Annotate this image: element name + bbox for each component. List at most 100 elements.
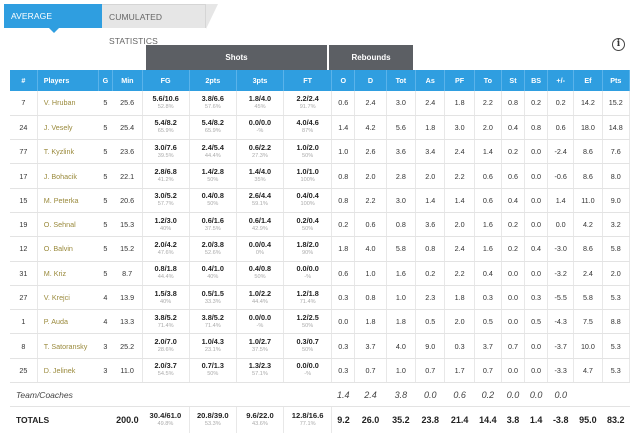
stat-cell: 2.2: [444, 163, 475, 189]
stat-cell: 8.6: [573, 139, 603, 165]
player-name-link[interactable]: J. Bohacik: [37, 163, 99, 189]
stat-cell: 5.3: [602, 333, 631, 359]
column-header[interactable]: As: [415, 70, 446, 91]
stat-cell: 0.7: [415, 358, 446, 384]
stat-cell: 3.0: [444, 115, 475, 141]
stat-cell: 10.0: [573, 333, 603, 359]
totals-label: TOTALS: [10, 406, 113, 433]
shot-percentage: 37.5%: [252, 347, 268, 354]
player-name-link[interactable]: P. Auda: [37, 309, 99, 335]
stat-cell: 2.4: [444, 139, 475, 165]
shot-percentage: 41.2%: [157, 177, 174, 184]
minutes-cell: 25.6: [112, 91, 143, 116]
column-header[interactable]: D: [354, 70, 387, 91]
stat-cell: 1.6: [386, 261, 417, 286]
stat-cell: 0.0: [524, 139, 549, 165]
stat-cell: -0.6: [547, 163, 575, 189]
stat-cell: 1.4: [474, 139, 503, 165]
player-name-link[interactable]: T. Kyzlink: [37, 139, 99, 165]
column-header[interactable]: FG: [142, 70, 190, 91]
games-cell: 5: [98, 212, 113, 238]
stat-cell: 0.3: [474, 285, 503, 311]
column-header[interactable]: O: [331, 70, 356, 91]
column-header[interactable]: #: [10, 70, 38, 91]
player-name-link[interactable]: V. Krejci: [37, 285, 99, 311]
stat-cell: 2.0: [474, 115, 503, 141]
shot-cell: 1.0/4.3 23.1%: [189, 333, 237, 359]
stat-cell: 1.7: [444, 358, 475, 384]
stat-cell: 3.7: [474, 333, 503, 359]
player-name-link[interactable]: J. Vesely: [37, 115, 99, 141]
player-name-link[interactable]: O. Balvin: [37, 236, 99, 262]
column-header[interactable]: Ef: [573, 70, 603, 91]
player-name-link[interactable]: D. Jelinek: [37, 358, 99, 384]
tab-average-statistics[interactable]: AVERAGE STATISTICS: [4, 4, 102, 45]
shot-percentage: 40%: [207, 274, 219, 281]
column-header[interactable]: Min: [112, 70, 143, 91]
column-header[interactable]: 3pts: [236, 70, 285, 91]
column-header[interactable]: +/-: [547, 70, 575, 91]
stat-cell: 0.0: [331, 309, 356, 335]
stat-cell: 0.8: [331, 163, 356, 189]
column-header[interactable]: Players: [37, 70, 99, 91]
player-name-link[interactable]: V. Hruban: [37, 91, 99, 116]
shot-cell: 1.2/2.5 50%: [283, 309, 333, 335]
stat-cell: 1.8: [331, 236, 356, 262]
jersey-number: 77: [10, 139, 38, 165]
shots-made-attempted: 2.6/4.4: [248, 191, 272, 201]
shot-percentage: 28.6%: [157, 347, 174, 354]
shots-made-attempted: 0.8/1.8: [154, 264, 177, 274]
games-cell: 5: [98, 115, 113, 141]
shots-made-attempted: 0.0/0.0: [248, 312, 272, 322]
shot-cell: 1.5/3.8 40%: [142, 285, 190, 311]
shot-cell: 0.4/1.0 40%: [189, 261, 237, 286]
shots-made-attempted: 0.2/0.4: [296, 215, 319, 225]
player-name-link[interactable]: M. Peterka: [37, 188, 99, 213]
shots-made-attempted: 0.4/0.8: [248, 264, 272, 274]
shot-percentage: 44.4%: [252, 298, 268, 305]
games-cell: 5: [98, 139, 113, 165]
stat-cell: 0.2: [474, 382, 502, 408]
stat-cell: 2.2: [474, 91, 503, 116]
table-row: 1 P. Auda 4 13.3 3.8/5.2 71.4% 3.8/5.2 71.4% 0.0…: [10, 309, 631, 335]
stat-cell: 23.8: [415, 406, 445, 433]
column-header[interactable]: FT: [283, 70, 333, 91]
table-row: 8 T. Satoransky 3 25.2 2.0/7.0 28.6% 1.0/4.3 23…: [10, 333, 631, 359]
stat-cell: 2.4: [354, 91, 387, 116]
shots-made-attempted: 20.8/39.0: [196, 410, 229, 420]
stat-cell: -3.7: [547, 333, 575, 359]
shot-cell: 3.0/5.2 57.7%: [142, 188, 190, 213]
minutes-cell: 15.2: [112, 236, 143, 262]
column-header[interactable]: Pts: [602, 70, 631, 91]
column-header[interactable]: St: [501, 70, 526, 91]
shot-cell: 2.0/7.0 28.6%: [142, 333, 190, 359]
info-icon[interactable]: i: [612, 38, 625, 51]
column-header[interactable]: G: [98, 70, 114, 91]
player-name-link[interactable]: M. Kriz: [37, 261, 99, 286]
shot-percentage: 27.3%: [252, 152, 268, 159]
stat-cell: 3.4: [415, 139, 446, 165]
stat-cell: 3.6: [415, 212, 446, 238]
column-header[interactable]: 2pts: [189, 70, 237, 91]
tab-cumulated-statistics[interactable]: CUMULATED STATISTICS: [102, 4, 218, 46]
jersey-number: 17: [10, 163, 38, 189]
column-header[interactable]: To: [474, 70, 503, 91]
stat-cell: 0.2: [415, 261, 446, 286]
stat-cell: 3.6: [386, 139, 417, 165]
player-name-link[interactable]: O. Sehnal: [37, 212, 99, 238]
stat-cell: 14.4: [474, 406, 502, 433]
stat-cell: 0.0: [501, 285, 526, 311]
column-header[interactable]: BS: [524, 70, 549, 91]
games-cell: 5: [98, 261, 113, 286]
minutes-cell: 22.1: [112, 163, 143, 189]
shot-percentage: 47.6%: [157, 249, 174, 256]
shot-cell: 0.8/1.8 44.4%: [142, 261, 190, 286]
column-header[interactable]: Tot: [386, 70, 417, 91]
player-name-link[interactable]: T. Satoransky: [37, 333, 99, 359]
shot-percentage: 53.3%: [204, 420, 221, 427]
column-header[interactable]: PF: [444, 70, 475, 91]
stat-cell: 0.3: [331, 333, 356, 359]
shot-cell: 2.0/3.7 54.5%: [142, 358, 190, 384]
stat-cell: 9.2: [331, 406, 355, 433]
table-row: 17 J. Bohacik 5 22.1 2.8/6.8 41.2% 1.4/2.8 50% 1…: [10, 163, 631, 189]
